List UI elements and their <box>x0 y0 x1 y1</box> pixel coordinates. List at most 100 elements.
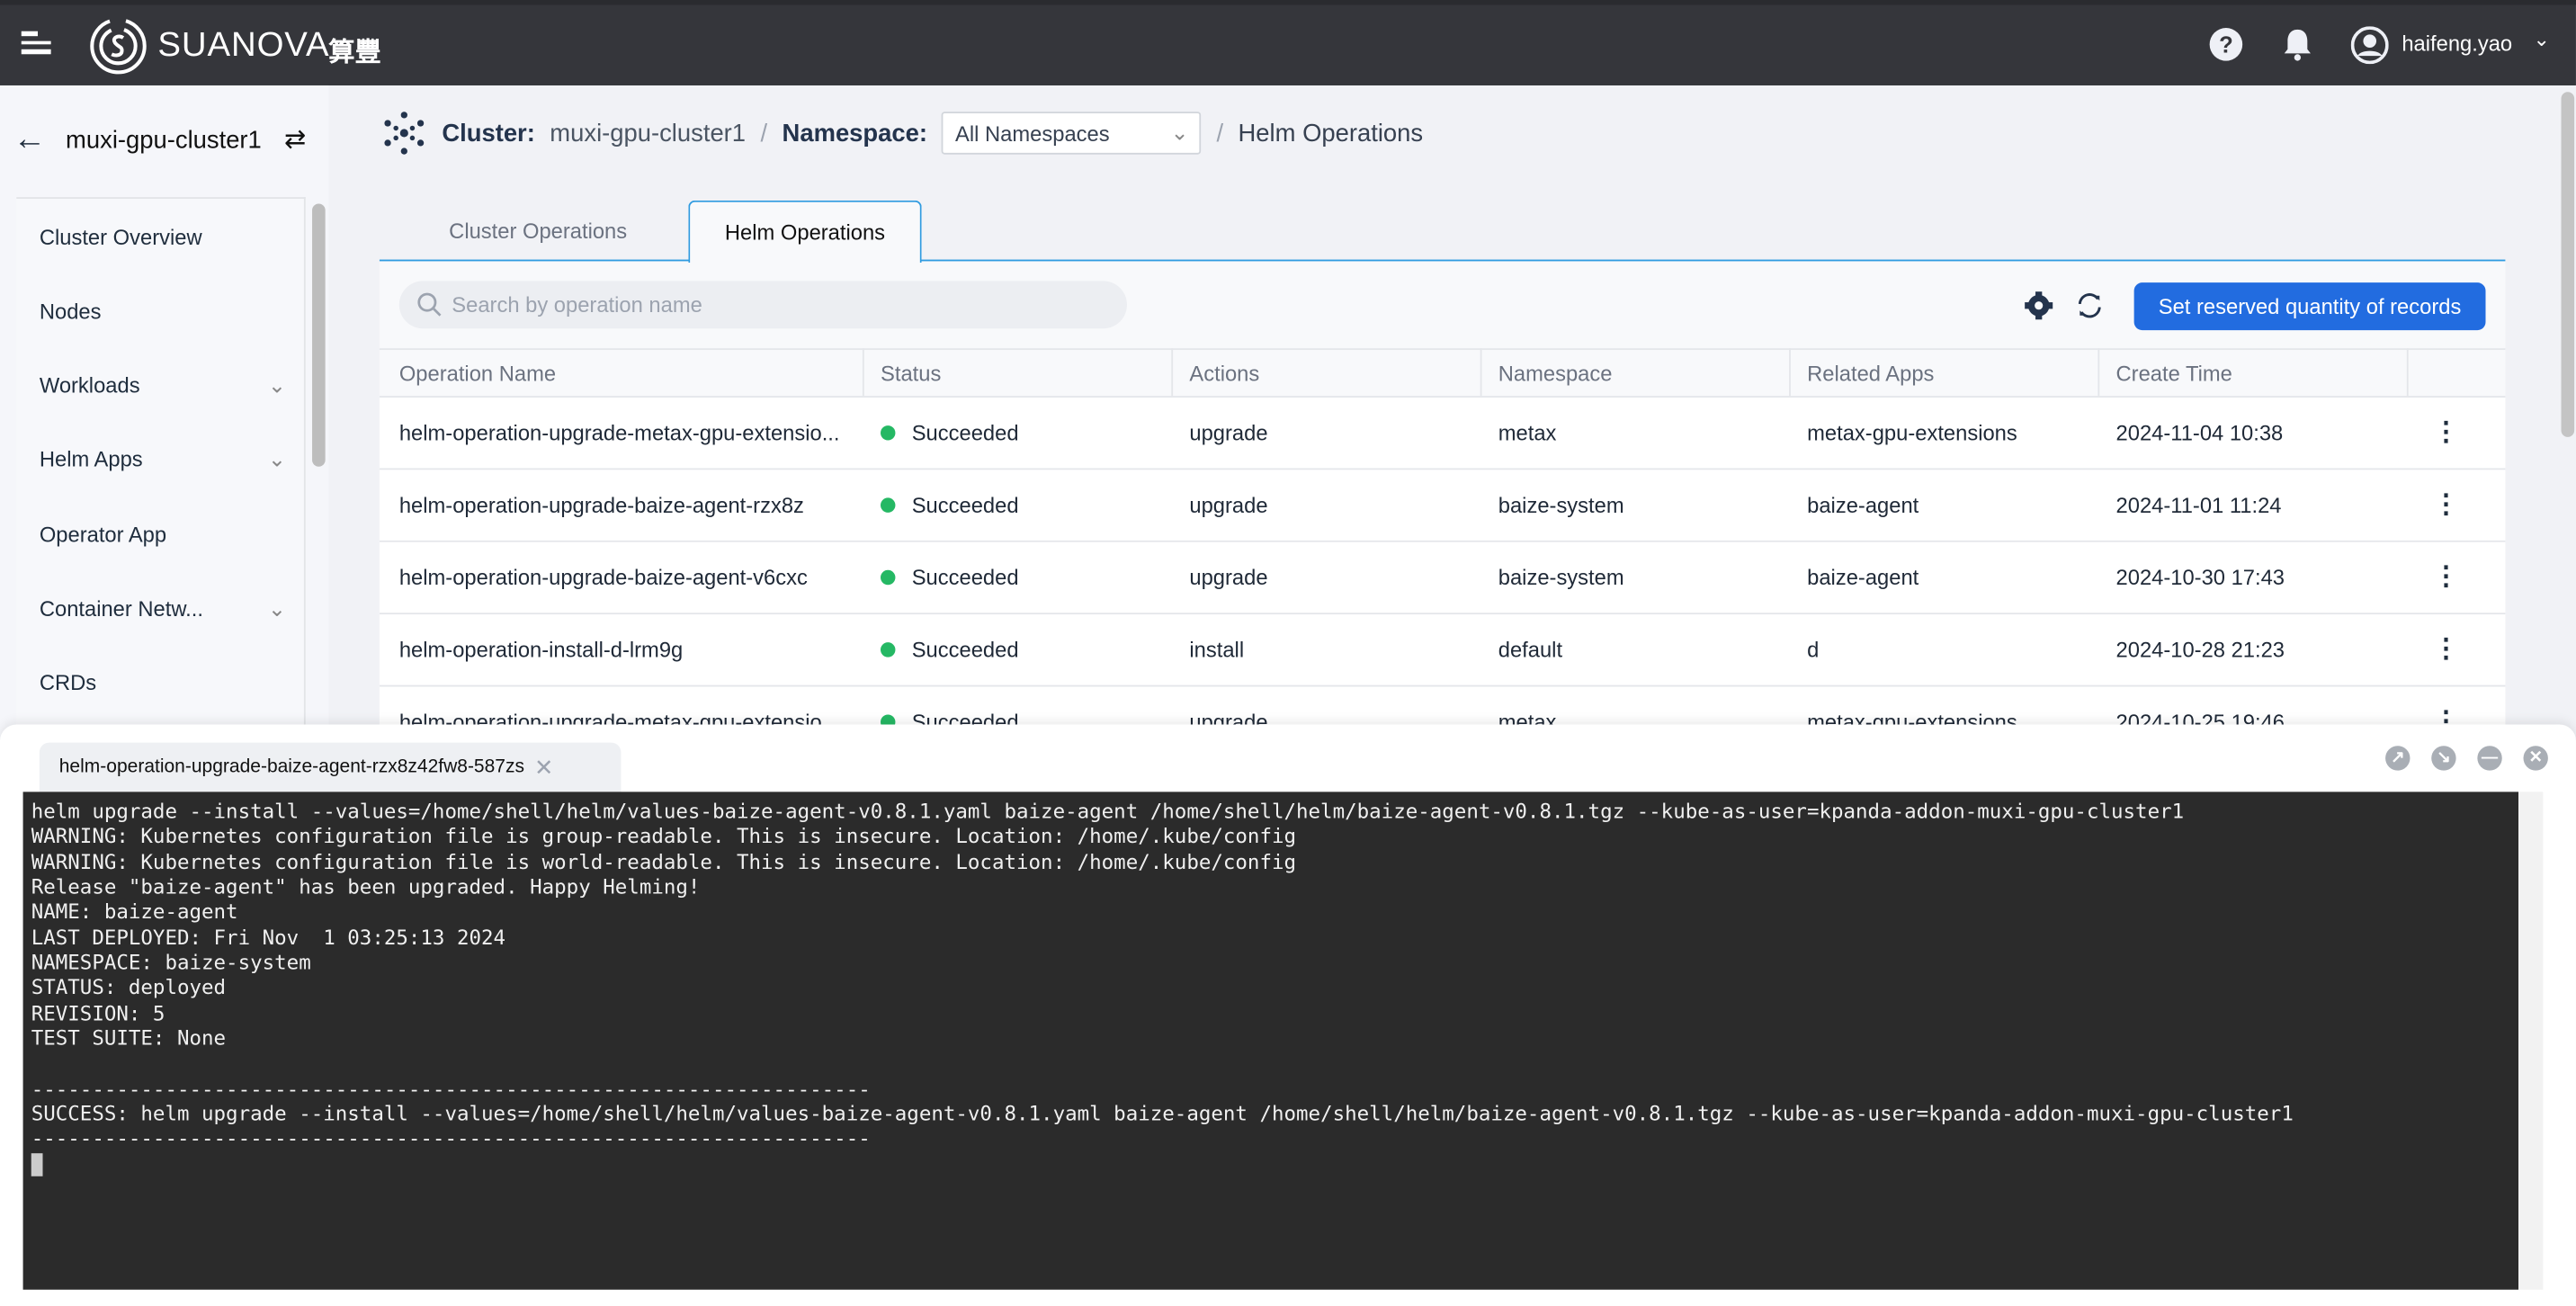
open-external-icon[interactable]: ↗ <box>2385 746 2411 771</box>
cell-create-time: 2024-10-28 21:23 <box>2116 638 2285 662</box>
namespace-label: Namespace: <box>782 119 928 148</box>
cell-related-app: metax-gpu-extensions <box>1807 421 2017 445</box>
cell-text: upgrade <box>1189 492 1268 518</box>
refresh-icon[interactable] <box>2075 291 2105 320</box>
sidebar-item-label: CRDs <box>39 670 97 695</box>
sidebar-item-container-network[interactable]: Container Netw... ⌄ <box>40 596 286 622</box>
cell-status: Succeeded <box>881 421 1019 445</box>
cell-text: Succeeded <box>911 492 1019 518</box>
status-dot-icon <box>881 642 896 657</box>
cell-create-time: 2024-10-30 17:43 <box>2116 565 2285 589</box>
search-input[interactable]: Search by operation name <box>398 281 1127 329</box>
cell-action: upgrade <box>1189 565 1267 589</box>
sidebar-scrollbar[interactable] <box>312 203 326 467</box>
cell-operation-name: helm-operation-install-d-lrm9g <box>399 638 683 662</box>
breadcrumb-separator: / <box>760 119 768 148</box>
user-chevron-down-icon[interactable]: ⌄ <box>2533 28 2549 51</box>
chevron-down-icon: ⌄ <box>267 372 286 398</box>
table-row[interactable]: helm-operation-upgrade-baize-agent-rzx8z… <box>379 470 2506 542</box>
more-actions-icon[interactable]: ⋮ <box>2433 416 2459 449</box>
help-icon[interactable]: ? <box>2209 28 2243 61</box>
tab-helm-operations[interactable]: Helm Operations <box>688 200 922 264</box>
terminal-panel: helm-operation-upgrade-baize-agent-rzx8z… <box>0 724 2576 1306</box>
table-row[interactable]: helm-operation-install-d-lrm9g Succeeded i… <box>379 614 2506 687</box>
operations-card: Search by operation name Set reserved qu… <box>379 259 2506 759</box>
cell-text: baize-agent <box>1807 492 1919 518</box>
sidebar-item-label: Workloads <box>39 372 140 398</box>
cell-namespace: baize-system <box>1498 493 1624 517</box>
more-actions-icon[interactable]: ⋮ <box>2433 488 2459 521</box>
cell-text: helm-operation-install-d-lrm9g <box>398 637 684 663</box>
sidebar-item-crds[interactable]: CRDs <box>40 670 286 694</box>
terminal-output[interactable]: helm upgrade --install --values=/home/sh… <box>22 792 2519 1290</box>
cell-create-time: 2024-11-04 10:38 <box>2116 421 2284 445</box>
cell-operation-name: helm-operation-upgrade-baize-agent-v6cxc <box>399 565 808 589</box>
username[interactable]: haifeng.yao <box>2402 31 2512 56</box>
cell-action: install <box>1189 638 1244 662</box>
minimize-icon[interactable]: — <box>2477 746 2502 771</box>
status-dot-icon <box>881 425 896 441</box>
terminal-tab-title: helm-operation-upgrade-baize-agent-rzx8z… <box>58 757 524 777</box>
cell-namespace: default <box>1498 638 1562 662</box>
column-header-create-time[interactable]: Create Time <box>2116 362 2232 386</box>
menu-icon[interactable] <box>21 31 51 55</box>
switch-cluster-icon[interactable]: ⇄ <box>284 123 306 157</box>
cluster-label: Cluster: <box>442 119 535 148</box>
terminal-cursor <box>31 1153 43 1177</box>
cell-namespace: baize-system <box>1498 565 1624 589</box>
tab-cluster-operations[interactable]: Cluster Operations <box>411 201 666 262</box>
cell-text: 2024-10-30 17:43 <box>2115 565 2285 590</box>
cell-operation-name: helm-operation-upgrade-metax-gpu-extensi… <box>399 421 840 445</box>
close-tab-icon[interactable]: ✕ <box>534 753 553 781</box>
sidebar-item-label: Helm Apps <box>39 446 143 472</box>
breadcrumb: Cluster: muxi-gpu-cluster1 / Namespace: … <box>381 112 1423 155</box>
terminal-tab[interactable]: helm-operation-upgrade-baize-agent-rzx8z… <box>39 742 622 792</box>
cell-action: upgrade <box>1189 493 1267 517</box>
more-actions-icon[interactable]: ⋮ <box>2433 560 2459 594</box>
terminal-scrollbar-track[interactable] <box>2518 792 2544 1290</box>
cell-text: 2024-11-01 11:24 <box>2115 492 2282 518</box>
cell-text: upgrade <box>1189 420 1268 445</box>
brand-name: SUANOVA <box>157 26 330 65</box>
table-row[interactable]: helm-operation-upgrade-baize-agent-v6cxc… <box>379 541 2506 615</box>
column-header-namespace[interactable]: Namespace <box>1498 362 1613 386</box>
sidebar-item-nodes[interactable]: Nodes <box>40 299 286 323</box>
sidebar-item-label: Nodes <box>39 299 102 324</box>
bell-icon[interactable] <box>2282 28 2313 62</box>
column-header-related-apps[interactable]: Related Apps <box>1807 362 1934 386</box>
more-actions-icon[interactable]: ⋮ <box>2433 632 2459 666</box>
set-reserved-quantity-button[interactable]: Set reserved quantity of records <box>2133 282 2486 331</box>
column-header-status[interactable]: Status <box>881 362 941 386</box>
cell-status: Succeeded <box>881 493 1019 517</box>
sidebar-menu: Cluster Overview Nodes Workloads ⌄ Helm A… <box>16 197 306 739</box>
cell-text: baize-agent <box>1807 565 1919 590</box>
namespace-select[interactable]: All Namespaces ⌄ <box>942 112 1203 155</box>
sidebar-item-cluster-overview[interactable]: Cluster Overview <box>40 225 286 249</box>
column-header-operation-name[interactable]: Operation Name <box>399 362 556 386</box>
avatar-icon[interactable] <box>2350 26 2389 65</box>
table-row[interactable]: helm-operation-upgrade-metax-gpu-extensi… <box>379 398 2506 470</box>
cluster-value[interactable]: muxi-gpu-cluster1 <box>550 119 746 147</box>
sidebar-item-label: Cluster Overview <box>39 225 202 250</box>
cell-related-app: baize-agent <box>1807 493 1919 517</box>
gear-icon[interactable] <box>2024 291 2053 320</box>
sidebar-item-helm-apps[interactable]: Helm Apps ⌄ <box>40 447 286 473</box>
cell-text: default <box>1498 637 1563 663</box>
cell-text: upgrade <box>1189 565 1268 590</box>
cell-text: baize-system <box>1498 565 1624 590</box>
namespace-select-value: All Namespaces <box>955 121 1110 146</box>
cell-status: Succeeded <box>881 638 1019 662</box>
cell-text: Succeeded <box>911 420 1019 445</box>
sidebar-item-operator-app[interactable]: Operator App <box>40 523 286 547</box>
chevron-down-icon: ⌄ <box>1170 120 1189 145</box>
back-arrow-icon[interactable]: ← <box>13 121 47 159</box>
column-header-actions[interactable]: Actions <box>1189 362 1259 386</box>
restore-icon[interactable]: ↘ <box>2431 746 2456 771</box>
close-panel-icon[interactable]: ✕ <box>2523 746 2548 771</box>
search-placeholder: Search by operation name <box>452 292 702 318</box>
cell-related-app: baize-agent <box>1807 565 1919 589</box>
cell-create-time: 2024-11-01 11:24 <box>2116 493 2282 517</box>
page-scrollbar[interactable] <box>2561 92 2575 437</box>
sidebar-item-workloads[interactable]: Workloads ⌄ <box>40 373 286 399</box>
cluster-icon <box>384 112 425 155</box>
